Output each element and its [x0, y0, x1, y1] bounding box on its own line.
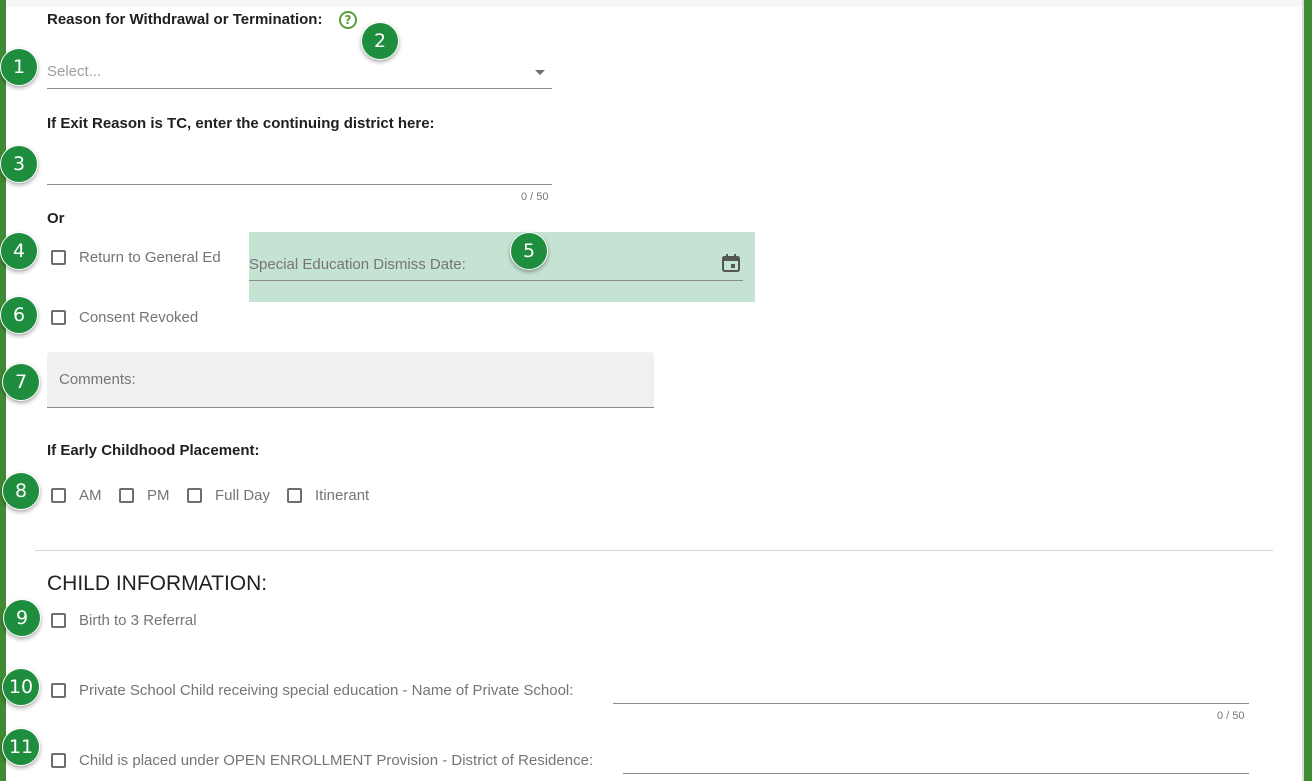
- annotation-badge-6: 6: [0, 296, 38, 334]
- pm-checkbox[interactable]: [119, 488, 134, 503]
- annotation-badge-11: 11: [2, 728, 40, 766]
- consent-revoked-label: Consent Revoked: [79, 309, 199, 326]
- return-general-ed-checkbox[interactable]: [51, 250, 66, 265]
- dismiss-date-input[interactable]: Special Education Dismiss Date:: [249, 256, 466, 273]
- itinerant-checkbox[interactable]: [287, 488, 302, 503]
- comments-placeholder: Comments:: [59, 371, 136, 388]
- annotation-badge-2: 2: [361, 22, 399, 60]
- top-bar: [0, 0, 1312, 7]
- private-school-underline: [613, 703, 1249, 704]
- private-school-label: Private School Child receiving special e…: [79, 682, 574, 699]
- child-information-title: CHILD INFORMATION:: [47, 572, 268, 595]
- am-checkbox[interactable]: [51, 488, 66, 503]
- full-day-label: Full Day: [215, 487, 271, 504]
- early-childhood-label: If Early Childhood Placement:: [47, 442, 260, 459]
- full-day-checkbox[interactable]: [187, 488, 202, 503]
- annotation-badge-4: 4: [0, 232, 38, 270]
- withdrawal-reason-select[interactable]: Select...: [47, 63, 101, 80]
- section-divider: [35, 550, 1273, 551]
- annotation-badge-8: 8: [2, 472, 40, 510]
- open-enrollment-label: Child is placed under OPEN ENROLLMENT Pr…: [79, 752, 594, 769]
- continuing-district-counter: 0 / 50: [521, 191, 549, 203]
- consent-revoked-checkbox[interactable]: [51, 310, 66, 325]
- dismiss-date-underline: [249, 280, 743, 281]
- right-border: [1304, 0, 1312, 781]
- withdrawal-select-underline: [47, 88, 552, 89]
- annotation-badge-7: 7: [2, 363, 40, 401]
- annotation-badge-10: 10: [2, 668, 40, 706]
- return-general-ed-label: Return to General Ed: [79, 249, 221, 266]
- or-label: Or: [47, 210, 65, 227]
- private-school-input[interactable]: [613, 676, 1249, 703]
- continuing-district-input[interactable]: [47, 150, 552, 184]
- open-enrollment-checkbox[interactable]: [51, 753, 66, 768]
- annotation-badge-3: 3: [0, 145, 38, 183]
- dropdown-arrow-icon[interactable]: [535, 70, 545, 75]
- birth-to-3-label: Birth to 3 Referral: [79, 612, 197, 629]
- help-circle-icon[interactable]: ?: [339, 11, 357, 29]
- itinerant-label: Itinerant: [315, 487, 370, 504]
- annotation-badge-9: 9: [3, 599, 41, 637]
- continuing-district-underline: [47, 184, 552, 185]
- withdrawal-reason-label: Reason for Withdrawal or Termination:: [47, 11, 323, 28]
- open-enrollment-underline: [623, 773, 1249, 774]
- pm-label: PM: [147, 487, 170, 504]
- annotation-badge-5: 5: [510, 232, 548, 270]
- am-label: AM: [79, 487, 102, 504]
- calendar-icon[interactable]: [721, 253, 741, 278]
- private-school-counter: 0 / 50: [1217, 710, 1245, 722]
- continuing-district-label: If Exit Reason is TC, enter the continui…: [47, 115, 435, 132]
- birth-to-3-checkbox[interactable]: [51, 613, 66, 628]
- open-enrollment-input[interactable]: [623, 746, 1249, 773]
- private-school-checkbox[interactable]: [51, 683, 66, 698]
- comments-textarea[interactable]: [47, 352, 654, 408]
- annotation-badge-1: 1: [0, 48, 38, 86]
